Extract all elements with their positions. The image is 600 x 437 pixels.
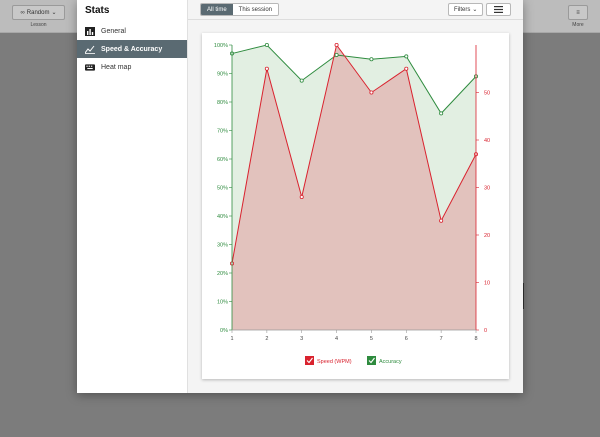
left-axis-tick-label: 100% <box>214 43 228 49</box>
speed-accuracy-chart: 0% 10% 20% 30% 40% 50% 60% 70% 80% 90% 100% 0 10 20 30… <box>214 42 490 365</box>
left-axis-tick-label: 90% <box>217 72 228 78</box>
dialog-title: Stats <box>85 5 110 16</box>
all-time-button[interactable]: All time <box>201 4 233 15</box>
sidebar-item-label: General <box>101 27 126 35</box>
sidebar-item-heat-map[interactable]: Heat map <box>77 58 187 76</box>
left-axis-tick-label: 60% <box>217 157 228 163</box>
legend-swatch <box>305 356 314 365</box>
speed-point <box>264 66 269 71</box>
left-axis-tick-label: 0% <box>220 328 228 334</box>
left-axis-tick-label: 30% <box>217 243 228 249</box>
speed-point <box>299 194 304 199</box>
accuracy-point <box>404 54 409 59</box>
left-axis-tick-label: 70% <box>217 129 228 135</box>
right-axis-tick-label: 10 <box>484 281 490 287</box>
accuracy-point <box>299 78 304 83</box>
lesson-caption: Lesson <box>30 22 47 28</box>
bar-chart-icon <box>85 26 95 36</box>
x-axis-tick-label: 5 <box>370 336 373 342</box>
sidebar-item-speed-accuracy[interactable]: Speed & Accuracy <box>77 40 187 58</box>
x-axis-tick-label: 1 <box>230 336 233 342</box>
speed-point <box>439 218 444 223</box>
stats-dialog: Stats General Speed & Accuracy Heat map … <box>77 0 523 393</box>
more-button[interactable]: ≡ <box>568 5 588 20</box>
options-menu-button[interactable] <box>486 3 511 16</box>
chevron-down-icon: ⌄ <box>472 7 478 13</box>
stats-toolbar: All time This session Filters ⌄ <box>188 0 523 20</box>
speed-point <box>334 42 339 47</box>
accuracy-point <box>264 42 269 47</box>
accuracy-point <box>439 111 444 116</box>
accuracy-point <box>334 52 339 57</box>
x-axis-tick-label: 4 <box>335 336 338 342</box>
sidebar-item-label: Heat map <box>101 63 132 71</box>
x-axis-tick-label: 3 <box>300 336 303 342</box>
speed-point <box>369 90 374 95</box>
right-axis-tick-label: 20 <box>484 233 490 239</box>
sidebar-item-label: Speed & Accuracy <box>101 45 163 53</box>
lesson-select-button[interactable]: ∞ Random ⌄ <box>12 5 65 20</box>
legend-label: Accuracy <box>379 359 402 365</box>
left-axis-tick-label: 80% <box>217 100 228 106</box>
stats-content: All time This session Filters ⌄ 0% 10% 20%… <box>188 0 523 393</box>
left-axis-tick-label: 20% <box>217 271 228 277</box>
legend-label: Speed (WPM) <box>317 359 352 365</box>
infinity-icon: ∞ <box>20 9 25 16</box>
left-axis-tick-label: 10% <box>217 300 228 306</box>
right-axis-tick-label: 30 <box>484 186 490 192</box>
line-chart-icon <box>85 45 95 54</box>
this-session-button[interactable]: This session <box>232 4 279 15</box>
right-axis-tick-label: 50 <box>484 91 490 97</box>
left-axis-tick-label: 50% <box>217 186 228 192</box>
period-toggle: All time This session <box>200 3 280 16</box>
keyboard-icon <box>85 63 95 72</box>
x-axis-tick-label: 6 <box>405 336 408 342</box>
left-axis-tick-label: 40% <box>217 214 228 220</box>
x-axis-tick-label: 7 <box>440 336 443 342</box>
more-caption: More <box>572 22 584 28</box>
menu-icon <box>494 6 503 13</box>
stats-sidebar: Stats General Speed & Accuracy Heat map <box>77 0 188 393</box>
filters-button[interactable]: Filters ⌄ <box>448 3 484 16</box>
filters-label: Filters <box>454 6 471 13</box>
sidebar-item-general[interactable]: General <box>77 22 187 40</box>
accuracy-point <box>369 57 374 62</box>
chart-card: 0% 10% 20% 30% 40% 50% 60% 70% 80% 90% 100% 0 10 20 30… <box>202 33 509 379</box>
right-axis-tick-label: 0 <box>484 328 487 334</box>
x-axis-tick-label: 2 <box>265 336 268 342</box>
right-axis-tick-label: 40 <box>484 138 490 144</box>
speed-point <box>404 66 409 71</box>
chevron-down-icon: ⌄ <box>51 10 57 16</box>
menu-icon: ≡ <box>576 9 580 16</box>
legend-swatch <box>367 356 376 365</box>
x-axis-tick-label: 8 <box>474 336 477 342</box>
